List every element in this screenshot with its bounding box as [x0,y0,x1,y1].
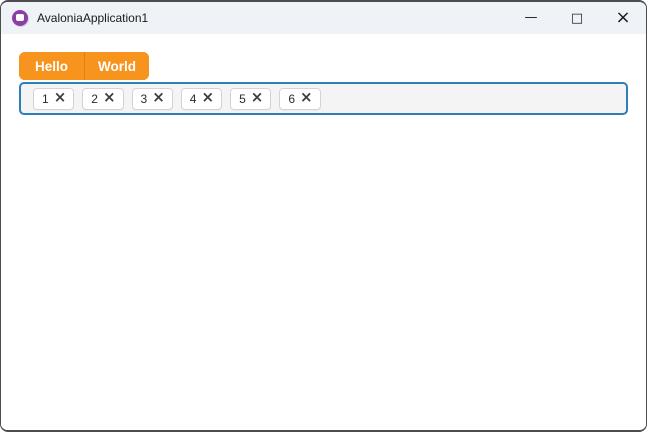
app-window: AvaloniaApplication1 — □ × Hello World 1… [0,0,647,432]
hello-button[interactable]: Hello [19,52,84,80]
maximize-button[interactable]: □ [554,2,600,34]
tag-chip: 1 × [33,87,75,110]
maximize-icon: □ [570,10,584,26]
tag-chip-label: 3 [140,91,148,106]
remove-tag-icon: × [201,88,215,106]
tag-chip: 3 × [131,87,173,110]
minimize-icon: — [524,9,538,25]
remove-tag-icon: × [250,88,264,106]
remove-tag-button[interactable]: × [300,90,313,105]
tag-chip-label: 4 [189,91,197,106]
minimize-button[interactable]: — [508,2,554,34]
remove-tag-icon: × [152,88,165,106]
world-button[interactable]: World [84,52,149,80]
remove-tag-button[interactable]: × [201,90,214,105]
tag-chip-label: 1 [42,91,49,106]
hello-world-button-group: Hello World [19,52,149,80]
tag-chip: 4 × [180,87,223,110]
tag-input-box[interactable]: 1 × 2 × 3 × 4 × 5 × 6 × [19,82,628,115]
remove-tag-button[interactable]: × [54,90,67,105]
tag-chip: 5 × [230,87,272,110]
window-controls: — □ × [508,2,646,34]
titlebar[interactable]: AvaloniaApplication1 — □ × [1,2,646,34]
remove-tag-button[interactable]: × [152,90,165,105]
close-button[interactable]: × [600,2,646,34]
window-title: AvaloniaApplication1 [37,11,149,25]
remove-tag-button[interactable]: × [251,90,264,105]
remove-tag-icon: × [102,88,116,106]
remove-tag-icon: × [53,88,67,106]
tag-chip: 2 × [82,87,124,110]
remove-tag-button[interactable]: × [103,90,116,105]
tag-chip-label: 2 [91,91,98,106]
window-content: Hello World 1 × 2 × 3 × 4 × 5 × 6 × [1,34,646,430]
close-icon: × [615,7,631,28]
avalonia-logo-icon [12,10,28,26]
tag-chip-label: 5 [239,91,246,106]
tag-chip-label: 6 [288,91,296,106]
remove-tag-icon: × [300,88,313,106]
tag-chip: 6 × [279,87,321,110]
